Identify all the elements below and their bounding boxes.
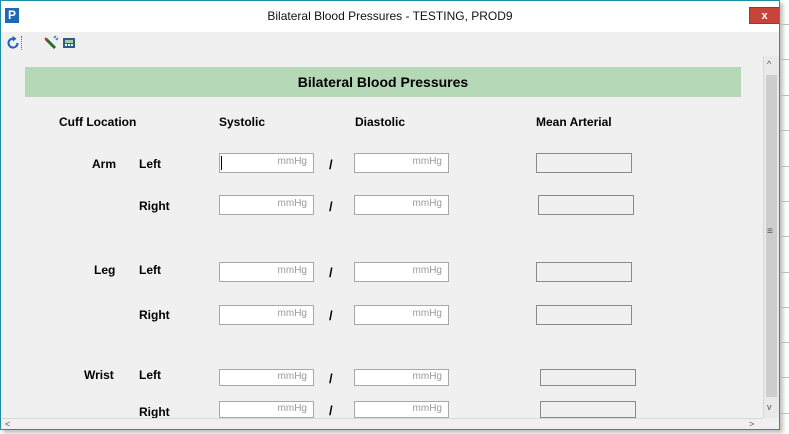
location-label-leg: Leg <box>94 263 116 277</box>
side-label: Right <box>139 199 170 213</box>
toolbar <box>1 32 779 54</box>
edit-pen-icon[interactable] <box>43 35 59 51</box>
refresh-icon[interactable] <box>5 35 21 51</box>
bp-window: P Bilateral Blood Pressures - TESTING, P… <box>0 0 780 430</box>
background-line <box>781 130 789 131</box>
scroll-down-arrow[interactable]: v <box>767 402 772 412</box>
bp-separator: / <box>329 265 333 280</box>
background-line <box>781 236 789 237</box>
form-banner: Bilateral Blood Pressures <box>25 67 741 97</box>
leg-left-mean-arterial-field <box>536 262 632 282</box>
unit-placeholder: mmHg <box>277 403 307 414</box>
side-label: Right <box>139 308 170 322</box>
background-line <box>781 59 789 60</box>
location-label-arm: Arm <box>92 157 117 171</box>
background-line <box>781 272 789 273</box>
side-label: Left <box>139 368 161 382</box>
scroll-right-arrow[interactable]: > <box>749 419 754 429</box>
scroll-up-arrow[interactable]: ^ <box>767 59 771 69</box>
wrist-right-systolic-input[interactable]: mmHg <box>219 401 314 418</box>
window-title: Bilateral Blood Pressures - TESTING, PRO… <box>267 9 513 23</box>
unit-placeholder: mmHg <box>277 265 307 276</box>
arm-left-systolic-input[interactable]: mmHg <box>219 153 314 173</box>
wrist-left-diastolic-input[interactable]: mmHg <box>354 369 449 386</box>
form-content: Bilateral Blood Pressures Cuff Location … <box>23 61 763 419</box>
wrist-left-systolic-input[interactable]: mmHg <box>219 369 314 386</box>
unit-placeholder: mmHg <box>277 371 307 382</box>
bp-separator: / <box>329 157 333 172</box>
wrist-right-diastolic-input[interactable]: mmHg <box>354 401 449 418</box>
close-button[interactable]: x <box>749 7 779 24</box>
horizontal-scrollbar[interactable]: < > <box>1 418 763 429</box>
unit-placeholder: mmHg <box>412 265 442 276</box>
unit-placeholder: mmHg <box>412 371 442 382</box>
unit-placeholder: mmHg <box>412 198 442 209</box>
side-label: Left <box>139 263 161 277</box>
background-line <box>781 307 789 308</box>
scroll-grip-icon: ≡ <box>767 226 773 237</box>
unit-placeholder: mmHg <box>412 308 442 319</box>
bp-separator: / <box>329 199 333 214</box>
background-line <box>781 377 789 378</box>
background-line <box>781 201 789 202</box>
header-mean-arterial: Mean Arterial <box>536 115 612 129</box>
header-cuff-location: Cuff Location <box>59 115 137 129</box>
title-bar: P Bilateral Blood Pressures - TESTING, P… <box>1 1 779 32</box>
location-label-wrist: Wrist <box>84 368 114 382</box>
scrollbar-corner <box>763 418 779 429</box>
background-line <box>781 413 789 414</box>
arm-right-diastolic-input[interactable]: mmHg <box>354 195 449 215</box>
side-label: Right <box>139 405 170 419</box>
wrist-left-mean-arterial-field <box>540 369 636 386</box>
calculator-icon[interactable] <box>61 35 77 51</box>
bp-separator: / <box>329 371 333 386</box>
unit-placeholder: mmHg <box>412 156 442 167</box>
arm-right-systolic-input[interactable]: mmHg <box>219 195 314 215</box>
arm-right-mean-arterial-field <box>538 195 634 215</box>
side-label: Left <box>139 157 161 171</box>
bp-separator: / <box>329 308 333 323</box>
leg-right-diastolic-input[interactable]: mmHg <box>354 305 449 325</box>
unit-placeholder: mmHg <box>412 403 442 414</box>
unit-placeholder: mmHg <box>277 308 307 319</box>
header-systolic: Systolic <box>219 115 266 129</box>
header-diastolic: Diastolic <box>355 115 406 129</box>
background-line <box>781 342 789 343</box>
bp-separator: / <box>329 403 333 418</box>
vertical-scrollbar[interactable]: ^ ≡ v <box>763 56 779 418</box>
leg-left-diastolic-input[interactable]: mmHg <box>354 262 449 282</box>
arm-left-mean-arterial-field <box>536 153 632 173</box>
unit-placeholder: mmHg <box>277 156 307 167</box>
arm-left-diastolic-input[interactable]: mmHg <box>354 153 449 173</box>
scroll-left-arrow[interactable]: < <box>5 419 10 429</box>
background-line <box>781 166 789 167</box>
leg-left-systolic-input[interactable]: mmHg <box>219 262 314 282</box>
background-line <box>781 95 789 96</box>
leg-right-systolic-input[interactable]: mmHg <box>219 305 314 325</box>
background-line <box>781 24 789 25</box>
wrist-right-mean-arterial-field <box>540 401 636 418</box>
leg-right-mean-arterial-field <box>536 305 632 325</box>
text-caret <box>221 156 222 170</box>
unit-placeholder: mmHg <box>277 198 307 209</box>
toolbar-separator <box>21 36 23 50</box>
